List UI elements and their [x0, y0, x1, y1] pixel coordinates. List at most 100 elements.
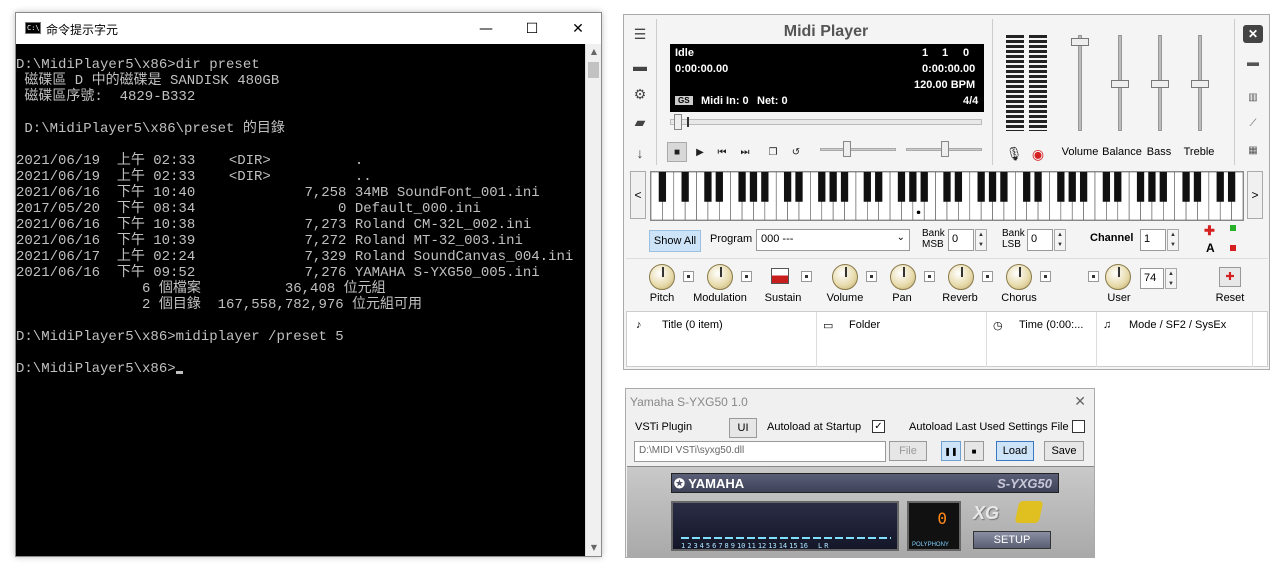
sustain-toggle[interactable]: [801, 271, 812, 282]
modulation-knob[interactable]: [707, 264, 733, 290]
piano-black-key[interactable]: [1079, 172, 1088, 202]
pitch-thumb[interactable]: [941, 141, 949, 157]
user-value-stepper[interactable]: ▲ ▼: [1165, 268, 1177, 289]
piano-black-key[interactable]: [920, 172, 928, 202]
record-icon[interactable]: ◉: [1028, 144, 1048, 164]
load-button[interactable]: Load: [996, 441, 1034, 461]
piano-black-key[interactable]: [988, 172, 997, 202]
stop-button[interactable]: ■: [964, 441, 984, 461]
scroll-down-arrow-icon[interactable]: ▼: [586, 540, 602, 556]
piano-black-key[interactable]: [1068, 172, 1076, 202]
stop-button[interactable]: ■: [667, 142, 687, 162]
microphone-icon[interactable]: 🎙: [1004, 144, 1024, 164]
previous-button[interactable]: ⏮: [712, 142, 732, 162]
balance-slider[interactable]: [1111, 35, 1129, 131]
chorus-toggle[interactable]: [1040, 271, 1051, 282]
piano-black-key[interactable]: [738, 172, 746, 202]
window-mode-icon[interactable]: ❐: [763, 142, 783, 162]
minimize-icon[interactable]: ▬: [1243, 53, 1263, 71]
scrollbar-thumb[interactable]: [588, 62, 599, 78]
next-button[interactable]: ⏭: [735, 142, 755, 162]
piano-black-key[interactable]: [1182, 172, 1190, 202]
folder-icon[interactable]: ▬: [629, 55, 651, 77]
scroll-up-arrow-icon[interactable]: ▲: [586, 44, 602, 60]
piano-black-key[interactable]: [761, 172, 769, 202]
gear-icon[interactable]: ⚙: [629, 83, 651, 105]
grid-icon[interactable]: ▦: [1243, 141, 1263, 159]
piano-keyboard[interactable]: [650, 171, 1244, 221]
vertical-scrollbar[interactable]: ▲ ▼: [585, 44, 601, 556]
autoload-startup-checkbox[interactable]: ✓: [872, 420, 885, 433]
console-output[interactable]: D:\MidiPlayer5\x86>dir preset 磁碟區 D 中的磁碟…: [16, 44, 586, 556]
piano-black-key[interactable]: [1148, 172, 1156, 202]
piano-black-key[interactable]: [818, 172, 826, 202]
piano-black-key[interactable]: [704, 172, 712, 202]
channel-input[interactable]: 1: [1140, 229, 1166, 251]
reset-icon[interactable]: ✚: [1219, 267, 1241, 287]
column-header-time[interactable]: ◷ Time (0:00:...: [987, 312, 1097, 367]
piano-black-key[interactable]: [909, 172, 917, 202]
piano-black-key[interactable]: [1057, 172, 1065, 202]
pitch-slider[interactable]: [906, 141, 982, 157]
piano-black-key[interactable]: [681, 172, 689, 202]
column-header-folder[interactable]: ▭ Folder: [817, 312, 987, 367]
piano-black-key[interactable]: [977, 172, 985, 202]
piano-black-key[interactable]: [829, 172, 837, 202]
channel-stepper[interactable]: ▲ ▼: [1167, 229, 1179, 251]
piano-black-key[interactable]: [954, 172, 963, 202]
show-all-button[interactable]: Show All: [649, 230, 701, 252]
close-icon[interactable]: ✕: [1243, 25, 1263, 43]
balance-thumb[interactable]: [1111, 80, 1129, 88]
piano-black-key[interactable]: [1114, 172, 1122, 202]
piano-black-key[interactable]: [1227, 172, 1236, 202]
piano-black-key[interactable]: [1193, 172, 1202, 202]
piano-black-key[interactable]: [715, 172, 723, 202]
ui-button[interactable]: UI: [729, 418, 757, 438]
piano-black-key[interactable]: [1159, 172, 1167, 202]
repeat-icon[interactable]: ↺: [786, 142, 806, 162]
piano-black-key[interactable]: [658, 172, 667, 202]
bank-msb-input[interactable]: 0: [948, 229, 974, 251]
piano-black-key[interactable]: [783, 172, 792, 202]
piano-black-key[interactable]: [1216, 172, 1224, 202]
piano-black-key[interactable]: [897, 172, 906, 202]
bank-lsb-input[interactable]: 0: [1027, 229, 1053, 251]
piano-black-key[interactable]: [1000, 172, 1008, 202]
prompt-line[interactable]: D:\MidiPlayer5\x86>: [16, 361, 586, 377]
piano-black-key[interactable]: [943, 172, 951, 202]
piano-black-key[interactable]: [1034, 172, 1042, 202]
volume-slider[interactable]: [1071, 35, 1089, 131]
bank-msb-stepper[interactable]: ▲ ▼: [975, 229, 987, 251]
pan-knob[interactable]: [890, 264, 916, 290]
pitch-toggle[interactable]: [683, 271, 694, 282]
bank-lsb-stepper[interactable]: ▲ ▼: [1054, 229, 1066, 251]
speed-slider[interactable]: [820, 141, 896, 157]
user-value-input[interactable]: 74: [1140, 268, 1164, 289]
treble-thumb[interactable]: [1191, 80, 1209, 88]
seek-slider[interactable]: [670, 114, 982, 130]
cmd-titlebar[interactable]: C:\ 命令提示字元 — ☐ ✕: [16, 13, 601, 44]
piano-black-key[interactable]: [863, 172, 871, 202]
autoload-last-checkbox[interactable]: [1072, 420, 1085, 433]
volume-toggle[interactable]: [866, 271, 877, 282]
dll-path-field[interactable]: D:\MIDI VSTi\syxg50.dll: [634, 441, 886, 462]
add-icon[interactable]: ✚: [1204, 223, 1215, 239]
reverb-knob[interactable]: [948, 264, 974, 290]
pause-button[interactable]: ❚❚: [941, 441, 961, 461]
piano-black-key[interactable]: [795, 172, 803, 202]
bass-thumb[interactable]: [1151, 80, 1169, 88]
user-knob[interactable]: [1105, 264, 1131, 290]
setup-button[interactable]: SETUP: [973, 531, 1051, 549]
speed-thumb[interactable]: [843, 141, 851, 157]
volume-knob[interactable]: [832, 264, 858, 290]
piano-black-key[interactable]: [875, 172, 883, 202]
piano-black-key[interactable]: [1102, 172, 1111, 202]
chevron-right-icon[interactable]: >: [1247, 171, 1263, 219]
minimize-button[interactable]: —: [463, 13, 509, 44]
bass-slider[interactable]: [1151, 35, 1169, 131]
save-button[interactable]: Save: [1044, 441, 1084, 461]
modulation-toggle[interactable]: [741, 271, 752, 282]
a-button[interactable]: A: [1206, 241, 1215, 255]
piano-black-key[interactable]: [1023, 172, 1031, 202]
playlist-table[interactable]: ♪ Title (0 item) ▭ Folder ◷ Time (0:00:.…: [626, 311, 1268, 367]
